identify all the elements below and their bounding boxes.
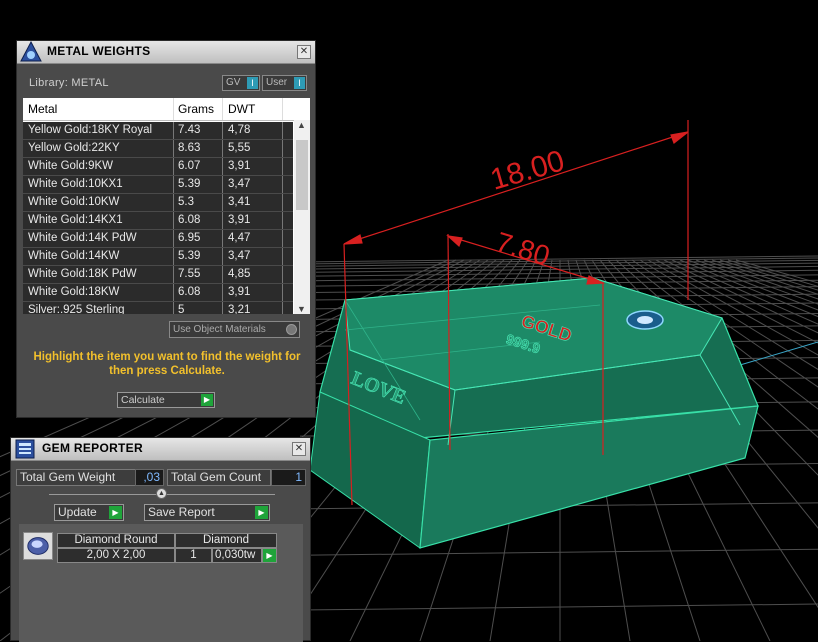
toggle-indicator-icon: I	[247, 77, 258, 89]
grams-cell: 6.08	[178, 286, 201, 298]
grams-cell: 6.08	[178, 214, 201, 226]
gem-reporter-title: GEM REPORTER	[42, 441, 143, 455]
gem-detail-arrow-icon[interactable]: ▶	[262, 548, 277, 563]
gv-label: GV	[226, 77, 241, 88]
dwt-cell: 3,91	[228, 214, 251, 226]
dwt-cell: 4,47	[228, 232, 251, 244]
grams-cell: 7.43	[178, 124, 201, 136]
grams-cell: 5	[178, 304, 185, 314]
toggle-indicator-icon: I	[294, 77, 305, 89]
dwt-cell: 3,47	[228, 250, 251, 262]
app-logo-icon	[20, 41, 42, 62]
gem-weight: 0,030tw	[212, 548, 262, 563]
table-header: Metal Grams DWT	[23, 98, 310, 121]
metal-name-cell: White Gold:14KW	[28, 250, 120, 262]
scrollbar-thumb[interactable]	[296, 140, 308, 210]
total-gem-weight-label: Total Gem Weight	[16, 469, 136, 486]
table-row[interactable]: White Gold:18KW 6.08 3,91	[23, 284, 293, 302]
scroll-up-icon[interactable]: ▲	[297, 120, 306, 130]
metal-name-cell: Yellow Gold:22KY	[28, 142, 120, 154]
save-report-button[interactable]: Save Report ▶	[144, 504, 270, 521]
user-toggle[interactable]: User I	[262, 75, 307, 91]
table-row[interactable]: White Gold:18K PdW 7.55 4,85	[23, 266, 293, 284]
dwt-cell: 5,55	[228, 142, 251, 154]
gv-toggle[interactable]: GV I	[222, 75, 260, 91]
play-arrow-icon: ▶	[109, 506, 122, 519]
column-header-dwt[interactable]: DWT	[228, 102, 255, 116]
gem-reporter-icon	[15, 439, 35, 459]
grams-cell: 6.07	[178, 160, 201, 172]
grams-cell: 8.63	[178, 142, 201, 154]
metal-name-cell: White Gold:9KW	[28, 160, 113, 172]
metal-name-cell: Silver:.925 Sterling	[28, 304, 125, 314]
gem-reporter-panel: GEM REPORTER ✕ Total Gem Weight ,03 Tota…	[10, 437, 311, 642]
metal-name-cell: White Gold:18KW	[28, 286, 120, 298]
close-icon[interactable]: ✕	[292, 442, 306, 456]
dwt-cell: 3,41	[228, 196, 251, 208]
metal-weights-titlebar[interactable]: METAL WEIGHTS ✕	[17, 41, 315, 64]
play-arrow-icon: ▶	[255, 506, 268, 519]
metal-name-cell: White Gold:18K PdW	[28, 268, 137, 280]
dwt-cell: 3,47	[228, 178, 251, 190]
gem-size: 2,00 X 2,00	[57, 548, 175, 563]
dwt-cell: 4,78	[228, 124, 251, 136]
total-gem-count-label: Total Gem Count	[167, 469, 271, 486]
close-icon[interactable]: ✕	[297, 45, 311, 59]
table-row[interactable]: White Gold:14KX1 6.08 3,91	[23, 212, 293, 230]
metal-weights-title: METAL WEIGHTS	[47, 44, 151, 58]
gem-list: Diamond Round Diamond 2,00 X 2,00 1 0,03…	[19, 524, 303, 642]
calculate-button[interactable]: Calculate ▶	[117, 392, 215, 408]
update-label: Update	[58, 505, 97, 519]
toggle-icon	[286, 324, 297, 335]
table-row[interactable]: White Gold:14KW 5.39 3,47	[23, 248, 293, 266]
gem-reporter-titlebar[interactable]: GEM REPORTER ✕	[11, 438, 310, 461]
table-scrollbar[interactable]: ▲ ▼	[294, 120, 310, 314]
grams-cell: 5.3	[178, 196, 194, 208]
gem-shape: Diamond Round	[57, 533, 175, 548]
table-row[interactable]: Yellow Gold:18KY Royal 7.43 4,78	[23, 122, 293, 140]
metal-name-cell: White Gold:10KX1	[28, 178, 123, 190]
metal-name-cell: Yellow Gold:18KY Royal	[28, 124, 153, 136]
metal-name-cell: White Gold:10KW	[28, 196, 120, 208]
metal-name-cell: White Gold:14KX1	[28, 214, 123, 226]
update-button[interactable]: Update ▶	[54, 504, 124, 521]
dwt-cell: 4,85	[228, 268, 251, 280]
total-gem-weight-value: ,03	[135, 469, 164, 486]
grams-cell: 6.95	[178, 232, 201, 244]
grams-cell: 5.39	[178, 178, 201, 190]
round-diamond-icon	[27, 537, 49, 555]
user-label: User	[266, 77, 288, 88]
table-row[interactable]: White Gold:14K PdW 6.95 4,47	[23, 230, 293, 248]
dwt-cell: 3,21	[228, 304, 251, 314]
gem-material: Diamond	[175, 533, 277, 548]
column-header-metal[interactable]: Metal	[28, 102, 57, 116]
gem-count: 1	[175, 548, 212, 563]
dwt-cell: 3,91	[228, 286, 251, 298]
metal-weights-panel: METAL WEIGHTS ✕ Library: METAL GV I User I…	[16, 40, 316, 418]
metal-name-cell: White Gold:14K PdW	[28, 232, 137, 244]
table-row[interactable]: White Gold:10KW 5.3 3,41	[23, 194, 293, 212]
total-gem-count-value: 1	[271, 469, 306, 486]
column-header-grams[interactable]: Grams	[178, 102, 214, 116]
use-object-materials-label: Use Object Materials	[173, 324, 266, 335]
save-report-label: Save Report	[148, 505, 215, 519]
table-row[interactable]: Silver:.925 Sterling 5 3,21	[23, 302, 293, 314]
gem-thumbnail[interactable]	[23, 532, 53, 560]
grams-cell: 7.55	[178, 268, 201, 280]
instruction-text: Highlight the item you want to find the …	[33, 351, 301, 377]
slider-handle[interactable]: ▲	[156, 488, 167, 499]
library-label: Library: METAL	[29, 77, 109, 89]
calculate-label: Calculate	[121, 394, 165, 406]
use-object-materials-toggle[interactable]: Use Object Materials	[169, 321, 300, 338]
metal-rows: Yellow Gold:18KY Royal 7.43 4,78 Yellow Gol…	[23, 122, 293, 314]
table-row[interactable]: White Gold:9KW 6.07 3,91	[23, 158, 293, 176]
metal-table: Metal Grams DWT Yellow Gold:18KY Royal 7.…	[23, 98, 310, 314]
table-row[interactable]: White Gold:10KX1 5.39 3,47	[23, 176, 293, 194]
play-arrow-icon: ▶	[201, 394, 213, 406]
scroll-down-icon[interactable]: ▼	[297, 304, 306, 314]
table-row[interactable]: Yellow Gold:22KY 8.63 5,55	[23, 140, 293, 158]
dwt-cell: 3,91	[228, 160, 251, 172]
grams-cell: 5.39	[178, 250, 201, 262]
